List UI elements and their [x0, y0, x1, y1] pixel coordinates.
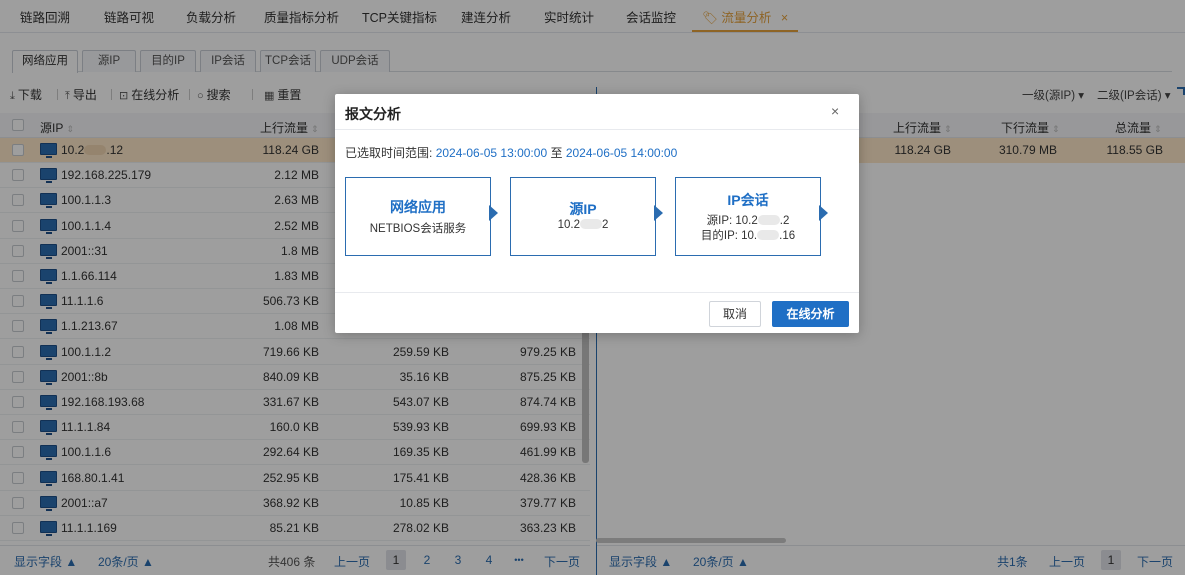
time-range-start: 2024-06-05 13:00:00	[435, 146, 548, 160]
cancel-button[interactable]: 取消	[709, 301, 761, 327]
redacted-mask	[757, 230, 780, 240]
time-range-end: 2024-06-05 14:00:00	[565, 146, 678, 160]
flow-box-value: 10.2 2	[557, 219, 609, 231]
flow-box-ip-session: IP会话 源IP: 10.2.2 目的IP: 10. .16	[675, 177, 821, 256]
redacted-mask	[757, 215, 780, 225]
flow-box-dst: 目的IP: 10. .16	[700, 230, 796, 242]
flow-box-title: 网络应用	[390, 199, 446, 215]
flow-box-title: 源IP	[569, 201, 597, 217]
app-root: 链路回溯 链路可视 负载分析 质量指标分析 TCP关键指标 建连分析 实时统计 …	[0, 0, 1185, 575]
flow-box-network-app: 网络应用 NETBIOS会话服务	[345, 177, 491, 256]
time-range-to: 至	[550, 146, 563, 160]
flow-box-src: 源IP: 10.2.2	[706, 215, 790, 227]
flow-box-src-ip: 源IP 10.2 2	[510, 177, 656, 256]
flow-box-value: NETBIOS会话服务	[369, 223, 467, 235]
flow-box-title: IP会话	[727, 192, 769, 208]
arrow-right-icon	[489, 205, 498, 221]
dialog-title: 报文分析	[345, 106, 401, 122]
time-range-label: 已选取时间范围:	[345, 146, 433, 160]
close-icon[interactable]: ×	[831, 103, 839, 119]
divider	[335, 292, 859, 293]
arrow-right-icon	[819, 205, 828, 221]
online-analysis-confirm-button[interactable]: 在线分析	[772, 301, 849, 327]
packet-analysis-dialog: 报文分析 × 已选取时间范围: 2024-06-05 13:00:00 至 20…	[335, 94, 859, 333]
time-range: 已选取时间范围: 2024-06-05 13:00:00 至 2024-06-0…	[345, 144, 677, 161]
divider	[335, 129, 859, 130]
redacted-mask	[579, 219, 602, 229]
arrow-right-icon	[654, 205, 663, 221]
